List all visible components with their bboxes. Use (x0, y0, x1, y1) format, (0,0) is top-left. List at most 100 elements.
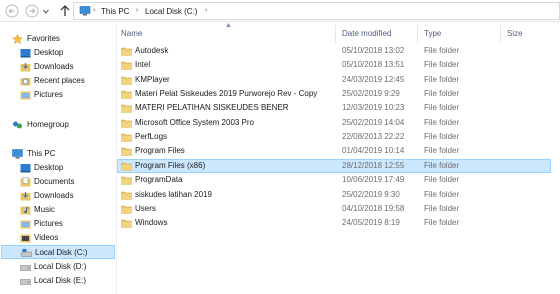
column-divider[interactable] (500, 25, 501, 43)
file-type: File folder (424, 203, 460, 213)
breadcrumb-local-disk-c[interactable]: Local Disk (C:) (145, 7, 197, 16)
folder-icon (121, 62, 132, 71)
file-row[interactable]: siskudes latihan 2019 25/02/2019 9:30 File… (117, 188, 560, 202)
sidebar-label: Desktop (34, 163, 64, 172)
sidebar-label: Recent places (34, 76, 85, 85)
navigation-pane: Favorites Desktop Downloads Recent place… (0, 23, 116, 294)
sidebar-label: Pictures (34, 90, 63, 99)
file-name: MATERI PELATIHAN SISKEUDES BENER (135, 103, 289, 113)
file-row[interactable]: Intel 05/10/2018 13:51 File folder (117, 58, 560, 72)
folder-icon (121, 176, 132, 185)
homegroup-icon (13, 121, 22, 129)
star-icon (12, 34, 23, 44)
sidebar-label: Local Disk (C:) (35, 248, 88, 257)
sidebar-item-documents[interactable]: Documents (0, 175, 116, 189)
file-name: ProgramData (135, 175, 183, 185)
file-date-modified: 22/08/2013 22:22 (342, 132, 405, 142)
forward-arrow-icon (25, 4, 39, 18)
music-icon (20, 206, 31, 215)
file-name: Program Files (135, 146, 185, 156)
file-type: File folder (424, 60, 460, 70)
file-name: siskudes latihan 2019 (135, 189, 212, 199)
sidebar-item-local-disk-c[interactable]: Local Disk (C:) (1, 245, 115, 259)
file-row[interactable]: ProgramData 10/06/2019 17:49 File folder (117, 173, 560, 187)
column-divider[interactable] (335, 25, 336, 43)
sidebar-item-videos[interactable]: Videos (0, 231, 116, 245)
back-arrow-icon (5, 4, 19, 18)
file-date-modified: 25/02/2019 14:04 (342, 117, 405, 127)
sidebar-item-music[interactable]: Music (0, 203, 116, 217)
sidebar-item-downloads[interactable]: Downloads (0, 60, 116, 74)
file-date-modified: 28/12/2018 12:55 (342, 160, 405, 170)
sidebar-label: Music (34, 205, 55, 214)
sidebar-item-desktop[interactable]: Desktop (0, 161, 116, 175)
folder-icon (121, 205, 132, 214)
file-row[interactable]: PerfLogs 22/08/2013 22:22 File folder (117, 130, 560, 144)
file-row[interactable]: Materi Pelat Siskeudes 2019 Purworejo Re… (117, 87, 560, 101)
sidebar-favorites[interactable]: Favorites (0, 32, 116, 46)
file-type: File folder (424, 132, 460, 142)
sidebar-label: Favorites (27, 34, 60, 43)
sidebar-item-desktop[interactable]: Desktop (0, 46, 116, 60)
file-row[interactable]: Users 04/10/2018 19:58 File folder (117, 202, 560, 216)
desktop-icon (20, 49, 31, 58)
folder-icon (121, 162, 132, 171)
folder-icon (121, 105, 132, 114)
file-date-modified: 25/02/2019 9:29 (342, 89, 400, 99)
column-header-name[interactable]: Name (121, 29, 142, 38)
column-header-date-modified[interactable]: Date modified (342, 29, 391, 38)
file-type: File folder (424, 74, 460, 84)
sidebar-item-recent-places[interactable]: Recent places (0, 74, 116, 88)
file-date-modified: 05/10/2018 13:51 (342, 60, 405, 70)
column-header-size[interactable]: Size (507, 29, 523, 38)
column-header-type[interactable]: Type (424, 29, 441, 38)
file-list: ▲ Name Date modified Type Size Autodesk 0… (117, 22, 560, 294)
forward-button[interactable] (25, 4, 39, 18)
sidebar-item-downloads[interactable]: Downloads (0, 189, 116, 203)
videos-icon (20, 234, 31, 243)
recent-locations-button[interactable] (43, 9, 49, 14)
file-name: KMPlayer (135, 74, 170, 84)
sidebar-homegroup[interactable]: Homegroup (0, 118, 116, 132)
file-date-modified: 04/10/2018 19:58 (342, 203, 405, 213)
file-name: Program Files (x86) (135, 160, 206, 170)
sidebar-item-local-disk-d[interactable]: Local Disk (D:) (0, 260, 116, 274)
file-row[interactable]: Program Files (x86) 28/12/2018 12:55 File … (117, 158, 560, 173)
computer-icon (12, 149, 23, 159)
file-date-modified: 05/10/2018 13:02 (342, 46, 405, 55)
drive-icon (20, 279, 31, 285)
breadcrumb-separator: › (93, 7, 96, 14)
address-bar[interactable]: › This PC › Local Disk (C:) › (73, 2, 560, 20)
folder-icon (121, 133, 132, 142)
pictures-icon (20, 91, 31, 100)
file-date-modified: 01/04/2019 10:14 (342, 146, 405, 156)
up-button[interactable] (59, 4, 71, 17)
sidebar-this-pc[interactable]: This PC (0, 147, 116, 161)
back-button[interactable] (5, 4, 19, 18)
file-type: File folder (424, 46, 460, 55)
file-row[interactable]: Autodesk 05/10/2018 13:02 File folder (117, 44, 560, 58)
sidebar-label: Homegroup (27, 120, 69, 129)
file-row[interactable]: Program Files 01/04/2019 10:14 File folder (117, 144, 560, 158)
file-type: File folder (424, 146, 460, 156)
file-row[interactable]: KMPlayer 24/03/2019 12:45 File folder (117, 73, 560, 87)
breadcrumb-this-pc[interactable]: This PC (101, 7, 129, 16)
breadcrumb-separator: › (136, 7, 139, 14)
folder-icon (121, 47, 132, 56)
downloads-icon (20, 192, 31, 201)
sidebar-item-pictures[interactable]: Pictures (0, 88, 116, 102)
file-row[interactable]: Microsoft Office System 2003 Pro 25/02/20… (117, 116, 560, 130)
sidebar-label: Local Disk (D:) (34, 262, 87, 271)
column-divider[interactable] (417, 25, 418, 43)
sidebar-item-local-disk-e[interactable]: Local Disk (E:) (0, 274, 116, 288)
desktop-icon (20, 164, 31, 173)
file-date-modified: 24/05/2019 8:19 (342, 218, 400, 228)
file-name: Microsoft Office System 2003 Pro (135, 117, 255, 127)
file-type: File folder (424, 189, 460, 199)
sidebar-label: Local Disk (E:) (34, 276, 87, 285)
file-type: File folder (424, 160, 460, 170)
sidebar-label: Videos (34, 233, 59, 242)
sidebar-item-pictures[interactable]: Pictures (0, 217, 116, 231)
file-row[interactable]: Windows 24/05/2019 8:19 File folder (117, 216, 560, 230)
file-row[interactable]: MATERI PELATIHAN SISKEUDES BENER 12/03/20… (117, 101, 560, 115)
